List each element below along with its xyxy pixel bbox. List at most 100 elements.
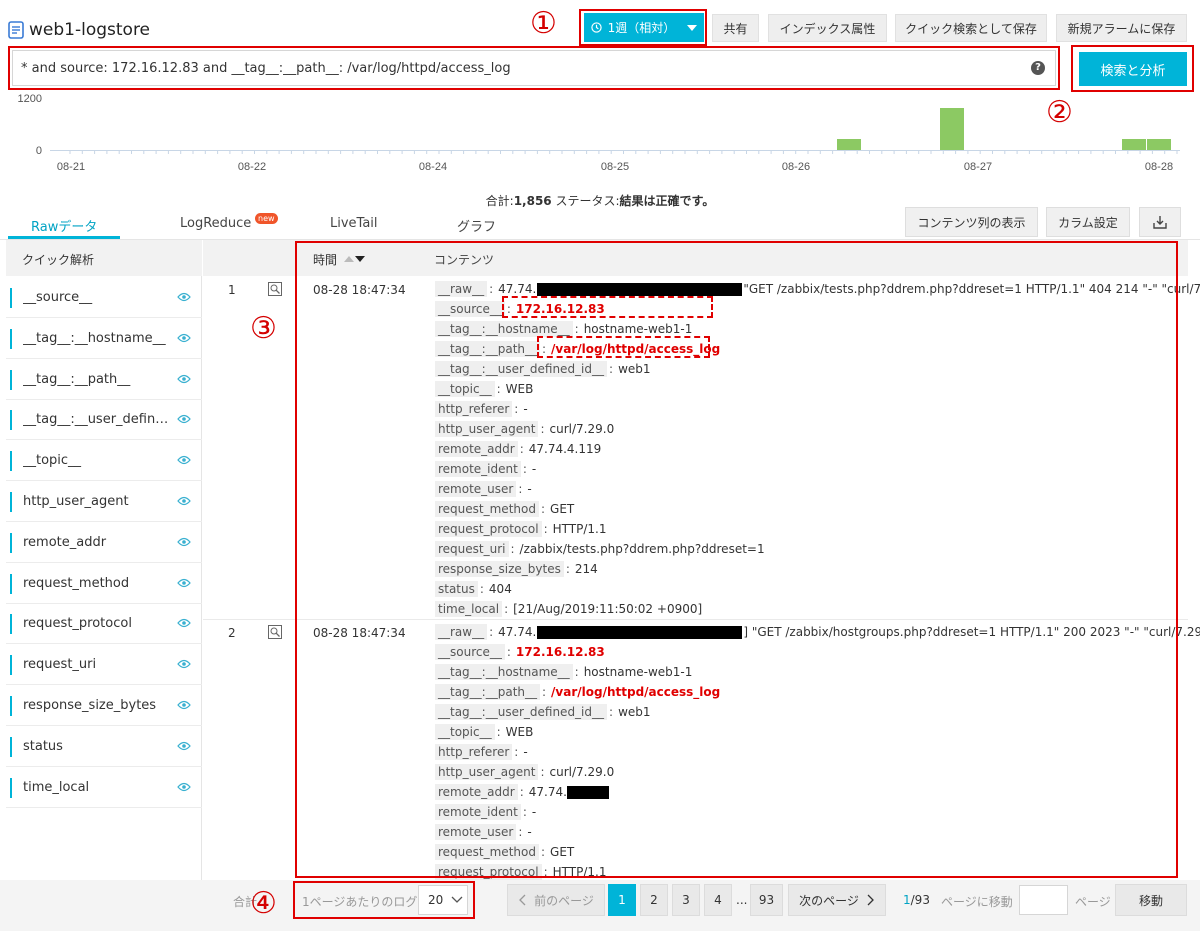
next-page-button[interactable]: 次のページ [788, 884, 886, 916]
save-alarm-button[interactable]: 新規アラームに保存 [1056, 14, 1187, 42]
quick-field-item[interactable]: __tag__:__path__ [6, 360, 202, 400]
histogram-bar[interactable] [1147, 139, 1171, 150]
field-marker [10, 369, 12, 390]
total-label: 合計: [485, 194, 514, 208]
page-2[interactable]: 2 [640, 884, 668, 916]
x-tick: 08-26 [782, 161, 810, 173]
field-label: http_user_agent [23, 494, 129, 509]
prev-page-label: 前のページ [534, 893, 594, 908]
quick-field-item[interactable]: __topic__ [6, 441, 202, 482]
quick-field-item[interactable]: remote_addr [6, 523, 202, 563]
tab-livetail[interactable]: LiveTail [330, 216, 378, 231]
quick-field-item[interactable]: request_method [6, 564, 202, 604]
eye-icon[interactable] [177, 292, 191, 302]
eye-icon[interactable] [177, 618, 191, 628]
context-browse-icon[interactable] [268, 282, 282, 296]
page-4[interactable]: 4 [704, 884, 732, 916]
page-total: /93 [910, 893, 930, 907]
histogram-bar[interactable] [837, 139, 861, 150]
eye-icon[interactable] [177, 455, 191, 465]
eye-icon[interactable] [177, 782, 191, 792]
quick-field-item[interactable]: http_user_agent [6, 482, 202, 522]
eye-icon[interactable] [177, 537, 191, 547]
page-1[interactable]: 1 [608, 884, 636, 916]
y-tick-max: 1200 [18, 93, 42, 105]
quick-field-item[interactable]: time_local [6, 768, 202, 808]
field-label: request_protocol [23, 616, 132, 632]
field-label: request_uri [23, 657, 97, 673]
quick-field-item[interactable]: status [6, 727, 202, 767]
field-label: __topic__ [23, 453, 82, 469]
current-page: 1 [903, 893, 911, 907]
share-button[interactable]: 共有 [712, 14, 759, 42]
field-marker [10, 451, 12, 472]
search-analyze-button[interactable]: 検索と分析 [1079, 52, 1187, 86]
show-content-column-button[interactable]: コンテンツ列の表示 [905, 207, 1038, 237]
context-browse-icon[interactable] [268, 625, 282, 639]
field-marker [10, 492, 12, 512]
field-label: remote_addr [23, 534, 107, 550]
column-settings-button[interactable]: カラム設定 [1046, 207, 1130, 237]
quick-field-item[interactable]: __tag__:__user_defined_id__ [6, 400, 202, 441]
eye-icon[interactable] [177, 659, 191, 669]
x-tick: 08-24 [419, 161, 447, 173]
field-marker [10, 655, 12, 676]
tab-graph[interactable]: グラフ [457, 216, 496, 235]
page-title: web1-logstore [29, 20, 151, 40]
goto-page-button[interactable]: 移動 [1115, 884, 1187, 916]
histogram-bar[interactable] [940, 108, 964, 150]
page-last[interactable]: 93 [750, 884, 783, 916]
search-query[interactable]: * and source: 172.16.12.83 and __tag__:_… [21, 61, 511, 76]
index-attributes-button[interactable]: インデックス属性 [768, 14, 887, 42]
chevron-down-icon [451, 896, 463, 903]
annotation-box-3 [295, 241, 1178, 878]
row-number: 1 [228, 283, 236, 297]
field-label: status [23, 738, 63, 754]
logstore-icon [8, 21, 24, 39]
clock-icon [590, 22, 602, 33]
goto-page-input[interactable] [1019, 885, 1068, 915]
page-indicator: 1/93 [903, 893, 930, 907]
y-tick-min: 0 [36, 145, 42, 157]
eye-icon[interactable] [177, 333, 191, 343]
page-suffix: ページ [1075, 895, 1111, 909]
field-label: __tag__:__user_defined_id__ [23, 412, 171, 428]
quick-field-item[interactable]: __tag__:__hostname__ [6, 319, 202, 359]
per-page-label: 1ページあたりのログ [302, 895, 418, 909]
eye-icon[interactable] [177, 496, 191, 506]
eye-icon[interactable] [177, 741, 191, 751]
download-icon [1153, 216, 1167, 229]
quick-field-item[interactable]: request_protocol [6, 604, 202, 645]
quick-field-item[interactable]: response_size_bytes [6, 686, 202, 726]
field-label: request_method [23, 575, 130, 591]
eye-icon[interactable] [177, 374, 191, 384]
x-tick: 08-22 [238, 161, 266, 173]
next-page-label: 次のページ [799, 893, 859, 908]
field-label: __tag__:__path__ [23, 371, 131, 387]
tab-raw-data[interactable]: Rawデータ [31, 216, 97, 235]
histogram-bar[interactable] [1122, 139, 1146, 150]
quick-field-item[interactable]: __source__ [6, 278, 202, 318]
help-icon[interactable]: ? [1031, 61, 1045, 75]
quick-analysis-title: クイック解析 [6, 240, 202, 276]
search-input[interactable]: * and source: 172.16.12.83 and __tag__:_… [12, 50, 1056, 86]
row-number: 2 [228, 626, 236, 640]
log-histogram: 1200 0 08-21 08-22 08-24 08-25 08-26 08-… [18, 93, 1180, 173]
time-range-button[interactable]: 1週（相対） [584, 13, 704, 42]
quick-field-item[interactable]: request_uri [6, 645, 202, 686]
field-label: time_local [23, 779, 90, 795]
eye-icon[interactable] [177, 700, 191, 710]
page-3[interactable]: 3 [672, 884, 700, 916]
per-page-select[interactable]: 20 [418, 885, 468, 915]
field-marker [10, 532, 12, 553]
download-button[interactable] [1139, 207, 1181, 237]
tab-logreduce[interactable]: LogReduce [180, 216, 251, 231]
field-marker [10, 288, 12, 308]
save-quick-search-button[interactable]: クイック検索として保存 [895, 14, 1047, 42]
eye-icon[interactable] [177, 414, 191, 424]
total-count: 1,856 [513, 194, 552, 208]
prev-page-button[interactable]: 前のページ [507, 884, 605, 916]
chevron-right-icon [867, 894, 874, 906]
status-label: ステータス: [555, 194, 620, 208]
eye-icon[interactable] [177, 578, 191, 588]
